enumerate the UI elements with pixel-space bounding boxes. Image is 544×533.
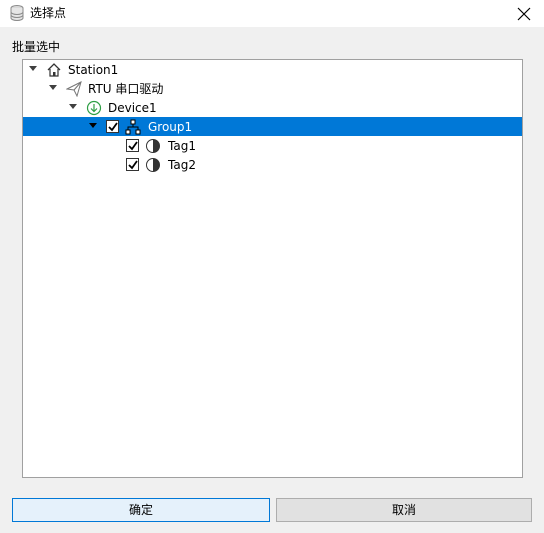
- tree-item-label: Tag2: [168, 158, 196, 172]
- expand-arrow-icon[interactable]: [89, 123, 97, 128]
- tree-item-label: Station1: [68, 63, 119, 77]
- download-circle-icon: [86, 100, 102, 116]
- tree-item-station[interactable]: Station1: [23, 60, 522, 79]
- network-icon: [125, 119, 141, 135]
- tree-item-label: RTU 串口驱动: [88, 82, 164, 96]
- ok-button[interactable]: 确定: [12, 498, 270, 522]
- paper-plane-icon: [65, 81, 82, 98]
- tree-item-device[interactable]: Device1: [23, 98, 522, 117]
- expand-arrow-icon[interactable]: [69, 104, 77, 109]
- tree-item-label: Group1: [148, 120, 193, 134]
- expand-arrow-icon[interactable]: [49, 85, 57, 90]
- check-icon: [128, 160, 138, 170]
- title-bar: 选择点: [0, 0, 544, 28]
- batch-select-label: 批量选中: [12, 40, 61, 54]
- group-checkbox[interactable]: [106, 120, 119, 133]
- tree-item-label: Device1: [108, 101, 157, 115]
- tree-item-driver[interactable]: RTU 串口驱动: [23, 79, 522, 98]
- window-title: 选择点: [30, 6, 67, 20]
- tag-checkbox[interactable]: [126, 158, 139, 171]
- tag-checkbox[interactable]: [126, 139, 139, 152]
- point-tree[interactable]: Station1 RTU 串口驱动 Device1 Group1 Tag1 Ta…: [22, 59, 523, 478]
- tree-item-label: Tag1: [168, 139, 196, 153]
- tree-item-group[interactable]: Group1: [23, 117, 522, 136]
- cancel-button[interactable]: 取消: [276, 498, 532, 522]
- home-icon: [46, 62, 62, 78]
- tree-item-tag[interactable]: Tag1: [23, 136, 522, 155]
- tree-item-tag[interactable]: Tag2: [23, 155, 522, 174]
- expand-arrow-icon[interactable]: [29, 66, 37, 71]
- check-icon: [108, 122, 118, 132]
- check-icon: [128, 141, 138, 151]
- half-circle-icon: [145, 157, 161, 173]
- half-circle-icon: [145, 138, 161, 154]
- close-icon: [517, 7, 531, 21]
- database-icon: [10, 5, 24, 21]
- close-button[interactable]: [504, 0, 544, 28]
